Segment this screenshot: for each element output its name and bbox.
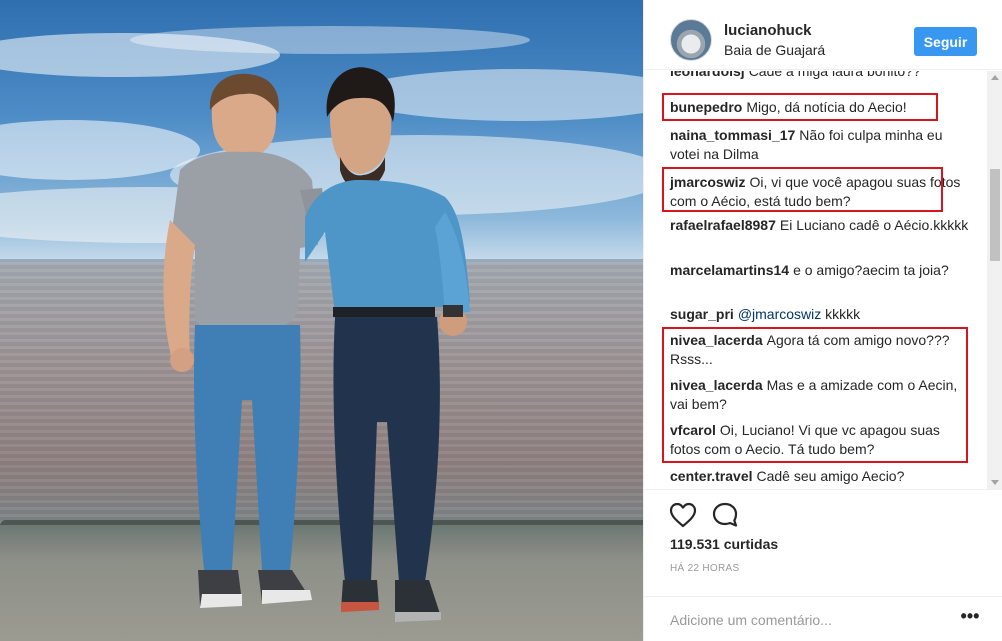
comment-item: center.travel Cadê seu amigo Aecio?	[670, 467, 970, 486]
comment-username[interactable]: naina_tommasi_17	[670, 127, 795, 143]
comment-item: naina_tommasi_17 Não foi culpa minha eu v…	[670, 126, 970, 164]
post-actions: 119.531 curtidas HÁ 22 HORAS •••	[644, 489, 1002, 641]
comment-username[interactable]: center.travel	[670, 468, 753, 484]
post-time[interactable]: HÁ 22 HORAS	[670, 563, 739, 574]
comment-username[interactable]: sugar_pri	[670, 306, 734, 322]
comment-username[interactable]: marcelamartins14	[670, 262, 789, 278]
person-right	[305, 67, 470, 622]
highlight-box	[662, 167, 943, 212]
comment-text: kkkkk	[825, 306, 861, 322]
highlight-box	[662, 93, 938, 121]
comment-item: leonardolsj Cadê a miga laura bonito??	[670, 71, 970, 81]
likes-count[interactable]: 119.531 curtidas	[670, 536, 778, 552]
more-options-icon[interactable]: •••	[960, 607, 980, 627]
post-photo	[0, 0, 643, 641]
comment-mention[interactable]: @jmarcoswiz	[738, 306, 821, 322]
post-location[interactable]: Baia de Guajará	[724, 42, 825, 58]
add-comment-bar: •••	[644, 596, 1002, 641]
comment-text: Cadê a miga laura bonito??	[748, 71, 921, 79]
highlight-box	[662, 327, 968, 463]
scroll-down-icon[interactable]	[991, 480, 999, 485]
comment-bubble-icon[interactable]	[710, 500, 740, 530]
post-username[interactable]: lucianohuck	[724, 22, 812, 39]
avatar[interactable]	[670, 19, 712, 61]
comment-text: e o amigo?aecim ta joia?	[793, 262, 949, 278]
post-sidebar: lucianohuck Baia de Guajará Seguir leona…	[643, 0, 1002, 641]
comment-username[interactable]: rafaelrafael8987	[670, 217, 776, 233]
comment-text: Cadê seu amigo Aecio?	[756, 468, 905, 484]
comments-list: leonardolsj Cadê a miga laura bonito?? bu…	[644, 71, 987, 489]
post-header: lucianohuck Baia de Guajará Seguir	[644, 0, 1002, 70]
comment-item: sugar_pri @jmarcoswiz kkkkk	[670, 305, 970, 324]
heart-icon[interactable]	[668, 500, 698, 530]
comment-item: rafaelrafael8987 Ei Luciano cadê o Aécio.…	[670, 216, 970, 235]
scroll-up-icon[interactable]	[991, 75, 999, 80]
comments-scrollbar[interactable]	[987, 71, 1002, 489]
comment-item: marcelamartins14 e o amigo?aecim ta joia?	[670, 261, 970, 280]
comment-text: Ei Luciano cadê o Aécio.kkkkk	[779, 217, 969, 233]
follow-button[interactable]: Seguir	[914, 27, 977, 56]
scroll-thumb[interactable]	[990, 169, 1000, 261]
comment-input[interactable]	[670, 609, 940, 631]
comment-username[interactable]: leonardolsj	[670, 71, 745, 79]
